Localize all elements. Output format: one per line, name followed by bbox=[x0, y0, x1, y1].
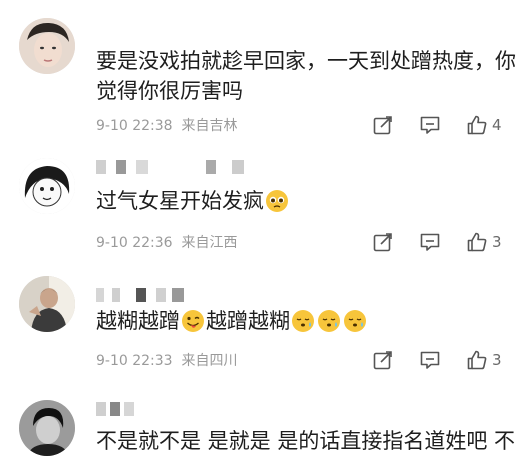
comment-actions: 3 bbox=[372, 347, 512, 373]
like-button[interactable]: 3 bbox=[466, 229, 502, 255]
comment-text: 过气女星开始发疯 bbox=[96, 186, 290, 221]
avatar[interactable] bbox=[19, 276, 75, 332]
thumbs-up-icon bbox=[467, 115, 487, 135]
comment-meta: 9-10 22:38 来自吉林 bbox=[96, 115, 237, 135]
comment-meta: 9-10 22:36 来自江西 bbox=[96, 232, 237, 252]
comment-button[interactable] bbox=[419, 112, 441, 138]
comment-icon bbox=[420, 351, 440, 369]
timestamp: 9-10 22:33 bbox=[96, 353, 173, 369]
comment-meta: 9-10 22:33 来自四川 bbox=[96, 350, 237, 370]
like-count: 3 bbox=[492, 351, 502, 369]
comment-item: 不是就不是 是就是 是的话直接指名道姓吧 不 bbox=[0, 390, 521, 456]
comment-text-body: 过气女星开始发疯 bbox=[96, 189, 264, 213]
comment-text-b: 越蹭越糊 bbox=[206, 309, 290, 333]
timestamp: 9-10 22:38 bbox=[96, 118, 173, 134]
comment-actions: 3 bbox=[372, 229, 512, 255]
like-count: 3 bbox=[492, 233, 502, 251]
comment-text: 觉得你很厉害吗 bbox=[96, 79, 243, 103]
sleepy-face-icon bbox=[291, 309, 315, 341]
winking-tongue-face-icon bbox=[181, 309, 205, 341]
username-redacted bbox=[96, 160, 246, 174]
comment-text: 越糊越蹭 越蹭越糊 bbox=[96, 306, 368, 341]
share-icon bbox=[373, 116, 392, 135]
username-redacted bbox=[96, 402, 136, 416]
comment-actions: 4 bbox=[372, 112, 512, 138]
comment-text-a: 越糊越蹭 bbox=[96, 309, 180, 333]
share-button[interactable] bbox=[372, 112, 394, 138]
comment-button[interactable] bbox=[419, 229, 441, 255]
username-redacted bbox=[96, 288, 186, 302]
thumbs-up-icon bbox=[467, 350, 487, 370]
like-count: 4 bbox=[492, 116, 502, 134]
location: 来自四川 bbox=[181, 353, 238, 369]
avatar[interactable] bbox=[19, 158, 75, 214]
share-button[interactable] bbox=[372, 229, 394, 255]
timestamp: 9-10 22:36 bbox=[96, 235, 173, 251]
like-button[interactable]: 4 bbox=[466, 112, 502, 138]
comment-icon bbox=[420, 116, 440, 134]
share-icon bbox=[373, 351, 392, 370]
comment-button[interactable] bbox=[419, 347, 441, 373]
share-icon bbox=[373, 233, 392, 252]
pleading-face-icon bbox=[265, 189, 289, 221]
like-button[interactable]: 3 bbox=[466, 347, 502, 373]
location: 来自江西 bbox=[181, 235, 238, 251]
sleepy-face-icon bbox=[317, 309, 341, 341]
comment-text: 不是就不是 是就是 是的话直接指名道姓吧 不 bbox=[96, 429, 516, 453]
thumbs-up-icon bbox=[467, 232, 487, 252]
location: 来自吉林 bbox=[181, 118, 238, 134]
sleepy-face-icon bbox=[343, 309, 367, 341]
comment-item: 要是没戏拍就趁早回家，一天到处蹭热度，你 觉得你很厉害吗 9-10 22:38 … bbox=[0, 0, 521, 150]
comment-text: 要是没戏拍就趁早回家，一天到处蹭热度，你 bbox=[96, 49, 516, 73]
comment-item: 过气女星开始发疯 9-10 22:36 来自江西 3 bbox=[0, 150, 521, 270]
comment-icon bbox=[420, 233, 440, 251]
comment-item: 越糊越蹭 越蹭越糊 9-10 22:33 来自四川 3 bbox=[0, 270, 521, 390]
avatar[interactable] bbox=[19, 18, 75, 74]
avatar[interactable] bbox=[19, 400, 75, 456]
share-button[interactable] bbox=[372, 347, 394, 373]
